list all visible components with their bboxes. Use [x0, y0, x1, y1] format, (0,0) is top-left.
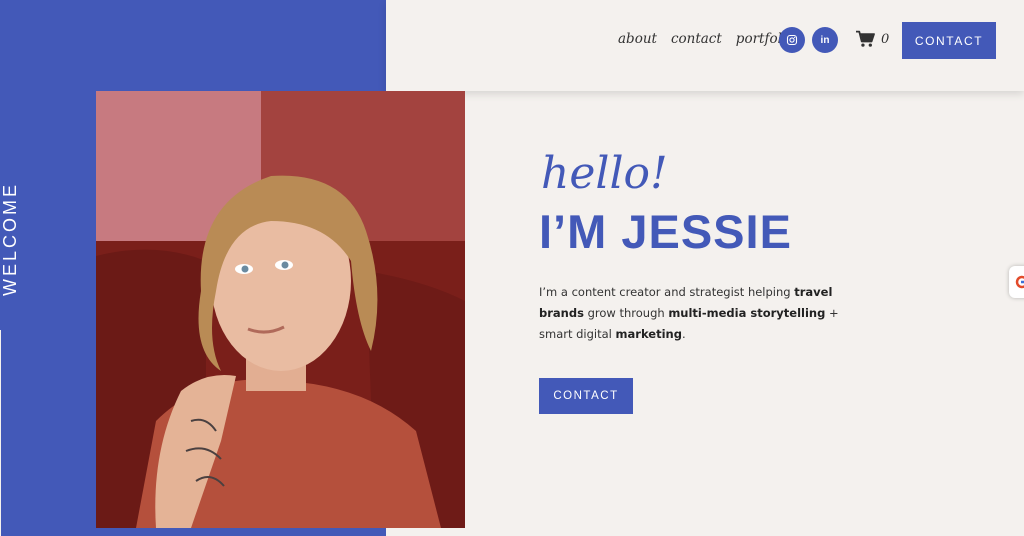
linkedin-link[interactable]: in	[812, 27, 838, 53]
main-nav: about contact portfolio	[618, 31, 794, 47]
welcome-vertical-text: WELCOME	[0, 182, 20, 297]
bottom-accent-band	[96, 528, 386, 536]
shopping-cart-icon	[856, 30, 875, 47]
brand-block	[0, 0, 386, 91]
bio-bold-marketing: marketing	[615, 327, 682, 341]
cart-count: 0	[881, 31, 890, 47]
bio-text: .	[681, 327, 686, 341]
portrait-illustration	[96, 91, 465, 528]
bio-text: grow through	[583, 306, 669, 320]
nav-link-about[interactable]: about	[618, 31, 657, 47]
widget-icon	[1015, 275, 1024, 289]
hero-contact-button[interactable]: CONTACT	[539, 378, 633, 414]
profile-photo	[96, 91, 465, 528]
header-contact-button[interactable]: CONTACT	[902, 22, 996, 59]
hero-greeting: hello!	[541, 148, 668, 199]
cart-button[interactable]: 0	[855, 30, 889, 48]
welcome-divider	[0, 330, 1, 536]
bio-bold-storytelling: multi-media storytelling	[668, 306, 826, 320]
nav-link-contact[interactable]: contact	[671, 31, 722, 47]
linkedin-icon: in	[820, 34, 830, 46]
left-accent-band	[0, 91, 96, 536]
instagram-icon	[786, 34, 798, 46]
site-header: about contact portfolio in 0 CONTACT	[386, 0, 1024, 91]
hero-bio: I’m a content creator and strategist hel…	[539, 282, 869, 345]
side-widget-tab[interactable]	[1009, 266, 1024, 298]
hero-name: I’M JESSIE	[539, 205, 792, 258]
instagram-link[interactable]	[779, 27, 805, 53]
bio-text: I’m a content creator and strategist hel…	[539, 285, 795, 299]
